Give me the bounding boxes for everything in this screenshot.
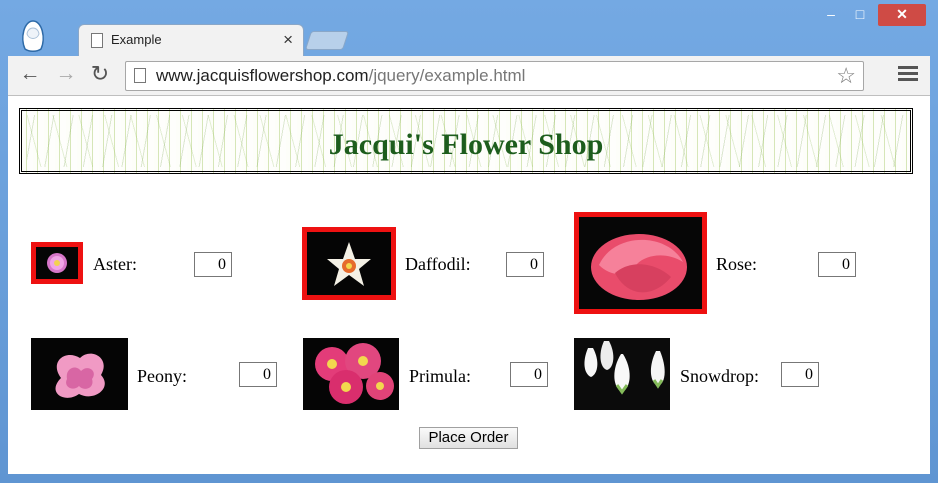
- page-content: Jacqui's Flower Shop Aster: 0 Daffodil: …: [8, 96, 930, 474]
- back-arrow-icon[interactable]: ←: [18, 62, 42, 86]
- close-window-button[interactable]: ✕: [878, 4, 926, 26]
- forward-arrow-icon[interactable]: →: [54, 62, 78, 86]
- snowdrop-image[interactable]: [574, 338, 670, 410]
- minimize-button[interactable]: –: [818, 4, 844, 26]
- star-icon[interactable]: ☆: [836, 63, 856, 89]
- url-host: www.jacquisflowershop.com: [156, 66, 369, 85]
- shop-banner: Jacqui's Flower Shop: [19, 108, 913, 174]
- primula-image[interactable]: [303, 338, 399, 410]
- quantity-input-peony[interactable]: 0: [239, 362, 277, 387]
- aster-image[interactable]: [31, 242, 83, 284]
- peony-image[interactable]: [31, 338, 128, 410]
- browser-tab[interactable]: Example ×: [78, 24, 304, 57]
- address-bar[interactable]: www.jacquisflowershop.com/jquery/example…: [125, 61, 864, 91]
- document-icon: [91, 33, 103, 48]
- quantity-input-primula[interactable]: 0: [510, 362, 548, 387]
- product-label-peony: Peony:: [137, 366, 188, 386]
- profile-avatar-icon[interactable]: [20, 20, 46, 52]
- maximize-button[interactable]: □: [847, 4, 873, 26]
- product-label-aster: Aster:: [93, 254, 137, 274]
- tab-title: Example: [111, 32, 162, 47]
- quantity-input-snowdrop[interactable]: 0: [781, 362, 819, 387]
- browser-window: Example × – □ ✕ ← → ↻ www.jacquisflowers…: [0, 0, 938, 483]
- url-text[interactable]: www.jacquisflowershop.com/jquery/example…: [156, 66, 525, 86]
- quantity-input-rose[interactable]: 0: [818, 252, 856, 277]
- reload-icon[interactable]: ↻: [88, 62, 112, 86]
- page-icon: [134, 68, 146, 83]
- close-tab-button[interactable]: ×: [283, 30, 293, 50]
- daffodil-image[interactable]: [302, 227, 396, 300]
- place-order-button[interactable]: Place Order: [419, 427, 518, 449]
- url-path: /jquery/example.html: [368, 66, 526, 85]
- product-label-rose: Rose:: [716, 254, 758, 274]
- rose-image[interactable]: [574, 212, 707, 314]
- page-title: Jacqui's Flower Shop: [328, 128, 604, 161]
- product-label-snowdrop: Snowdrop:: [680, 366, 760, 386]
- menu-icon[interactable]: [898, 66, 918, 84]
- new-tab-button[interactable]: [304, 31, 350, 50]
- quantity-input-aster[interactable]: 0: [194, 252, 232, 277]
- product-label-daffodil: Daffodil:: [405, 254, 471, 274]
- quantity-input-daffodil[interactable]: 0: [506, 252, 544, 277]
- browser-toolbar: ← → ↻ www.jacquisflowershop.com/jquery/e…: [8, 56, 930, 96]
- product-label-primula: Primula:: [409, 366, 471, 386]
